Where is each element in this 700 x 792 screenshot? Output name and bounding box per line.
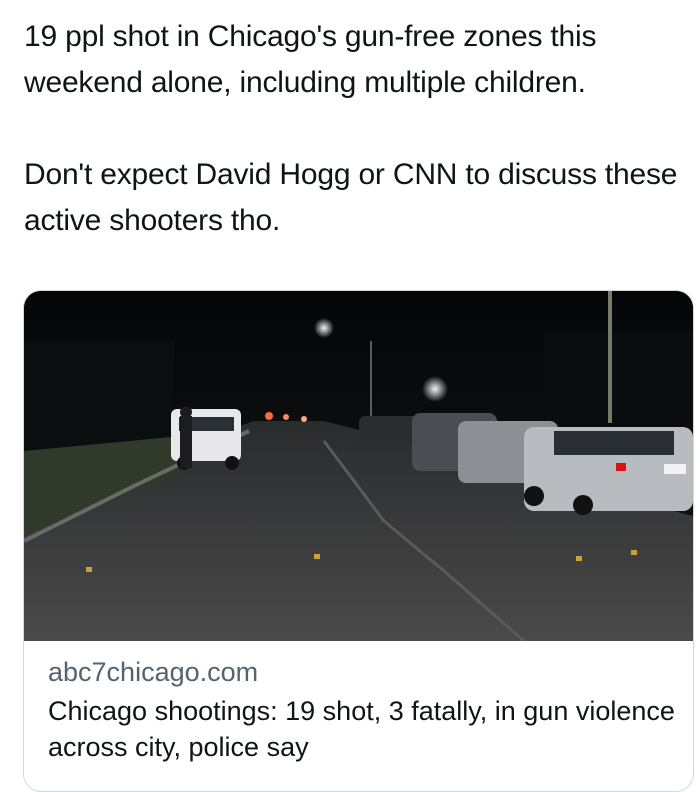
post-paragraph-1: 19 ppl shot in Chicago's gun-free zones …: [24, 20, 597, 99]
link-preview-card[interactable]: abc7chicago.com Chicago shootings: 19 sh…: [23, 290, 694, 792]
link-domain[interactable]: abc7chicago.com: [48, 655, 258, 689]
link-title[interactable]: Chicago shootings: 19 shot, 3 fatally, i…: [48, 693, 678, 765]
night-street-police-scene-image: [24, 291, 693, 641]
link-preview-meta[interactable]: abc7chicago.com Chicago shootings: 19 sh…: [24, 641, 693, 791]
post-paragraph-2: Don't expect David Hogg or CNN to discus…: [24, 158, 678, 237]
link-preview-image[interactable]: [24, 291, 693, 641]
post-text: 19 ppl shot in Chicago's gun-free zones …: [24, 14, 692, 244]
